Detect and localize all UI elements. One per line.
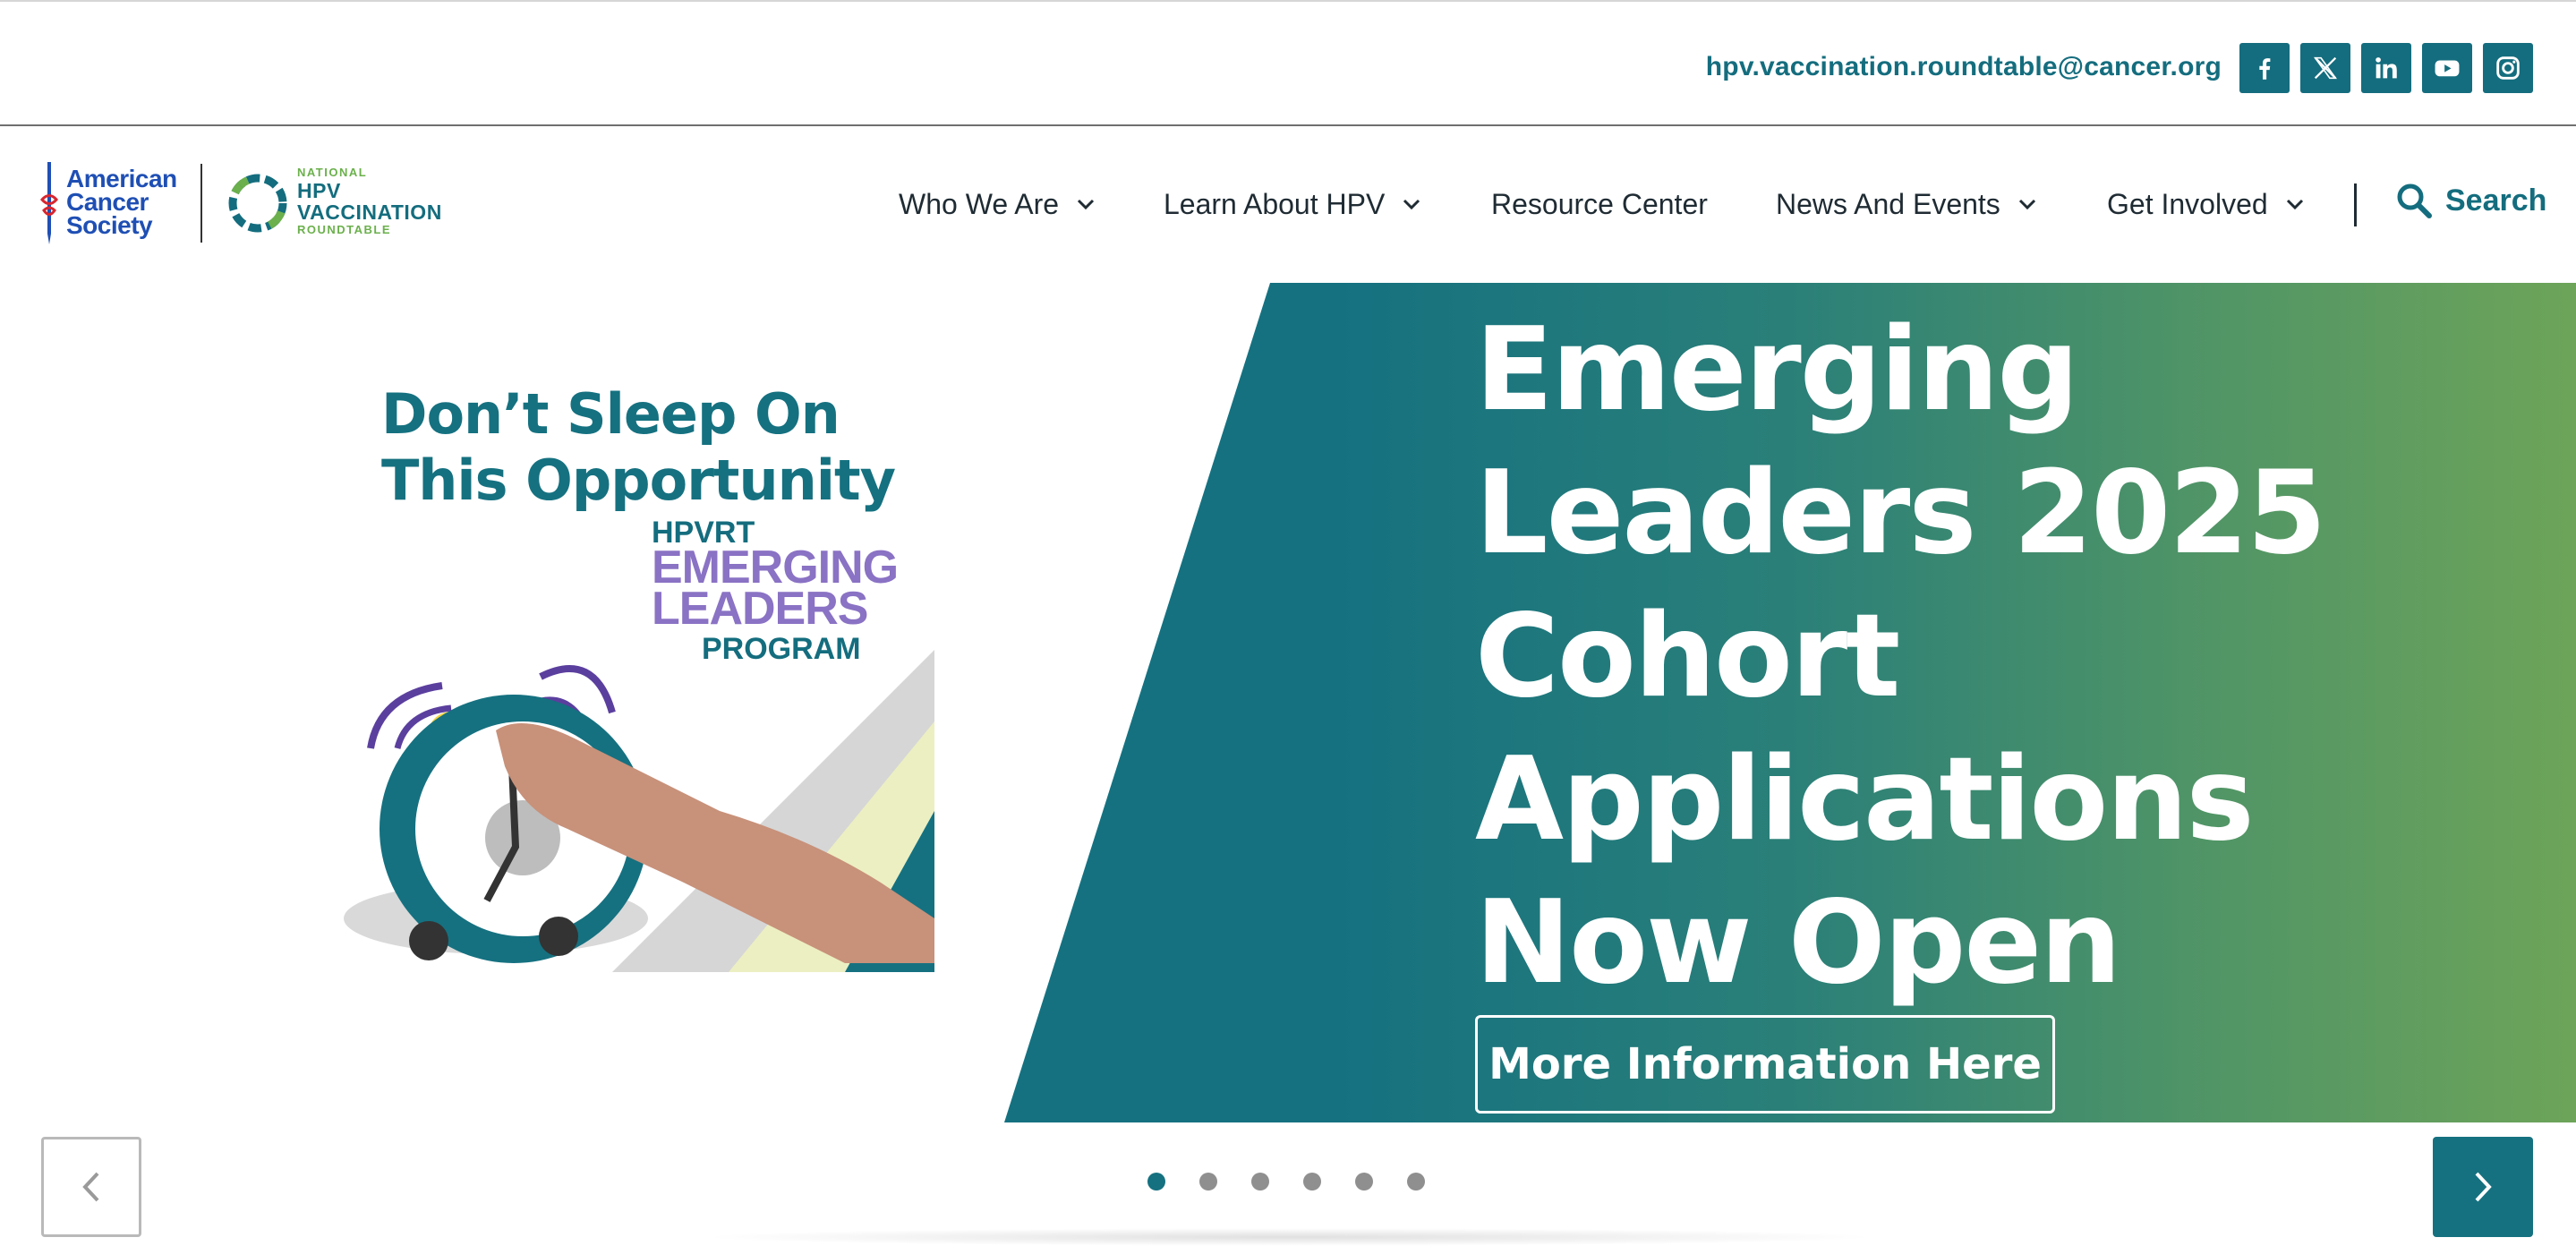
top-utility-bar: hpv.vaccination.roundtable@cancer.org	[0, 0, 2576, 126]
slide-dot[interactable]	[1147, 1173, 1165, 1191]
chevron-down-icon	[2286, 199, 2303, 210]
promo-headline: Don’t Sleep On This Opportunity	[381, 381, 896, 514]
x-twitter-link[interactable]	[2300, 43, 2350, 93]
facebook-link[interactable]	[2239, 43, 2290, 93]
bottom-shadow	[698, 1228, 1880, 1246]
acs-sword-icon	[40, 162, 58, 244]
linkedin-link[interactable]	[2361, 43, 2411, 93]
youtube-link[interactable]	[2422, 43, 2472, 93]
slide-dot[interactable]	[1303, 1173, 1321, 1191]
hpv-logo-line: NATIONAL	[297, 166, 368, 179]
next-slide-button[interactable]	[2433, 1137, 2533, 1237]
hpv-logo-text: NATIONAL HPV VACCINATION ROUNDTABLE	[297, 166, 442, 237]
nav-label: Resource Center	[1491, 187, 1708, 220]
chevron-down-icon	[2018, 199, 2035, 210]
linkedin-icon	[2376, 57, 2397, 79]
previous-slide-button[interactable]	[41, 1137, 141, 1237]
nav-who-we-are[interactable]: Who We Are	[899, 182, 1095, 226]
x-icon	[2314, 56, 2337, 80]
promo-badge-line: LEADERS	[652, 583, 868, 635]
hpv-logo-line: HPV	[297, 179, 341, 202]
youtube-icon	[2435, 60, 2460, 77]
nav-resource-center[interactable]: Resource Center	[1491, 182, 1708, 226]
facebook-icon	[2259, 58, 2271, 80]
chevron-down-icon	[1403, 199, 1420, 210]
slider-controls	[0, 1122, 2576, 1246]
hero-title-line: Now Open	[1475, 876, 2121, 1010]
logo-divider	[200, 164, 202, 243]
american-cancer-society-logo[interactable]: American Cancer Society	[39, 162, 183, 244]
search-button[interactable]: Search	[2395, 182, 2546, 219]
chevron-left-icon	[82, 1172, 99, 1202]
acs-logo-text: American Cancer Society	[66, 166, 177, 239]
promo-headline-line: This Opportunity	[381, 448, 896, 513]
instagram-icon	[2496, 56, 2520, 80]
more-information-button[interactable]: More Information Here	[1475, 1015, 2055, 1114]
nav-label: News And Events	[1776, 187, 2000, 220]
search-label: Search	[2445, 183, 2547, 218]
hero-title-line: Emerging	[1475, 303, 2079, 437]
promo-headline-line: Don’t Sleep On	[381, 381, 840, 447]
roundtable-ring-icon	[228, 174, 287, 233]
hpv-logo-line: ROUNDTABLE	[297, 223, 392, 236]
hero-title-line: Leaders 2025	[1475, 447, 2326, 580]
nav-label: Get Involved	[2107, 187, 2268, 220]
nav-learn-about-hpv[interactable]: Learn About HPV	[1164, 182, 1420, 226]
hero-slide: Don’t Sleep On This Opportunity HPVRT EM…	[0, 283, 2576, 1122]
hero-title-line: Applications	[1475, 733, 2255, 866]
slide-dot[interactable]	[1355, 1173, 1373, 1191]
slide-dot[interactable]	[1407, 1173, 1425, 1191]
acs-logo-line: Society	[66, 211, 153, 239]
nav-label: Learn About HPV	[1164, 187, 1386, 220]
promo-image: Don’t Sleep On This Opportunity HPVRT EM…	[344, 381, 934, 972]
nav-label: Who We Are	[899, 187, 1060, 220]
search-icon	[2397, 183, 2432, 218]
slide-pagination	[1147, 1173, 1425, 1191]
hero-title: Emerging Leaders 2025 Cohort Application…	[1475, 299, 2460, 1015]
slide-dot[interactable]	[1199, 1173, 1217, 1191]
nav-news-and-events[interactable]: News And Events	[1776, 182, 2036, 226]
nav-get-involved[interactable]: Get Involved	[2107, 182, 2304, 226]
chevron-right-icon	[2475, 1172, 2492, 1202]
site-header: American Cancer Society NATIONAL HPV VAC…	[0, 126, 2576, 283]
chevron-down-icon	[1077, 199, 1095, 210]
contact-email-link[interactable]: hpv.vaccination.roundtable@cancer.org	[1706, 52, 2222, 82]
hpv-roundtable-logo[interactable]: NATIONAL HPV VACCINATION ROUNDTABLE	[226, 166, 449, 241]
hpv-logo-line: VACCINATION	[297, 201, 442, 224]
instagram-link[interactable]	[2483, 43, 2533, 93]
nav-separator	[2354, 183, 2357, 226]
hero-title-line: Cohort	[1475, 590, 1900, 723]
promo-badge: EMERGING LEADERS	[652, 544, 899, 635]
promo-badge-line: PROGRAM	[702, 632, 861, 666]
slide-dot[interactable]	[1251, 1173, 1269, 1191]
